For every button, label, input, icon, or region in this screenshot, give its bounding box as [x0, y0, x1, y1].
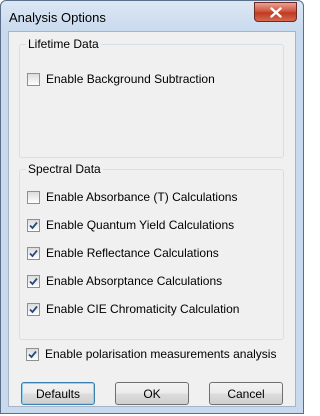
lifetime-data-group: Lifetime Data Enable Background Subtract… — [19, 37, 284, 158]
spectral-data-label: Spectral Data — [26, 162, 103, 176]
cie-chromaticity-option[interactable]: Enable CIE Chromaticity Calculation — [27, 301, 239, 317]
cie-chromaticity-label: Enable CIE Chromaticity Calculation — [46, 302, 240, 316]
reflectance-option[interactable]: Enable Reflectance Calculations — [27, 245, 219, 261]
checkmark-icon — [28, 350, 37, 358]
absorptance-option[interactable]: Enable Absorptance Calculations — [27, 273, 222, 289]
absorbance-option[interactable]: Enable Absorbance (T) Calculations — [27, 189, 237, 205]
reflectance-checkbox[interactable] — [27, 246, 40, 260]
reflectance-label: Enable Reflectance Calculations — [46, 246, 219, 260]
polarisation-checkbox[interactable] — [26, 347, 39, 361]
background-subtraction-option[interactable]: Enable Background Subtraction — [27, 71, 215, 87]
cie-chromaticity-checkbox[interactable] — [27, 302, 40, 316]
title-bar[interactable]: Analysis Options — [1, 1, 303, 31]
quantum-yield-checkbox[interactable] — [27, 218, 40, 232]
close-icon — [269, 6, 282, 18]
polarisation-option[interactable]: Enable polarisation measurements analysi… — [26, 346, 276, 362]
checkmark-icon — [29, 221, 38, 229]
absorbance-label: Enable Absorbance (T) Calculations — [46, 190, 238, 204]
checkmark-icon — [29, 277, 38, 285]
dialog-client-area: Lifetime Data Enable Background Subtract… — [8, 31, 296, 407]
absorbance-checkbox[interactable] — [27, 190, 40, 204]
polarisation-label: Enable polarisation measurements analysi… — [45, 347, 277, 361]
spectral-data-group: Spectral Data Enable Absorbance (T) Calc… — [19, 162, 284, 340]
dialog-title: Analysis Options — [9, 10, 106, 25]
checkmark-icon — [29, 305, 38, 313]
absorptance-checkbox[interactable] — [27, 274, 40, 288]
cancel-button[interactable]: Cancel — [209, 382, 283, 405]
analysis-options-dialog: Analysis Options Lifetime Data Enable Ba… — [0, 0, 304, 414]
background-subtraction-checkbox[interactable] — [27, 72, 40, 86]
ok-button[interactable]: OK — [115, 382, 189, 405]
defaults-button[interactable]: Defaults — [21, 382, 95, 405]
lifetime-data-label: Lifetime Data — [26, 37, 101, 51]
absorptance-label: Enable Absorptance Calculations — [46, 274, 223, 288]
quantum-yield-label: Enable Quantum Yield Calculations — [46, 218, 235, 232]
checkmark-icon — [29, 249, 38, 257]
background-subtraction-label: Enable Background Subtraction — [46, 72, 215, 86]
quantum-yield-option[interactable]: Enable Quantum Yield Calculations — [27, 217, 234, 233]
close-button[interactable] — [254, 2, 297, 22]
